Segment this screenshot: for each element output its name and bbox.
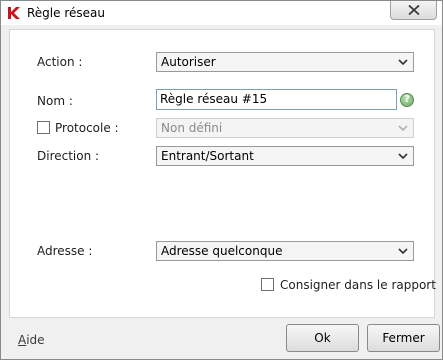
log-checkbox[interactable] [261,278,274,291]
chevron-down-icon [398,59,408,66]
form-panel [9,29,435,318]
chevron-down-icon [398,248,408,255]
address-select-value: Adresse quelconque [161,244,283,258]
name-label: Nom : [37,94,73,108]
action-select-value: Autoriser [161,55,216,69]
name-field-value: Règle réseau #15 [160,92,268,106]
help-link-rest: ide [26,333,45,347]
chevron-down-icon [398,153,408,160]
close-button[interactable] [390,1,437,20]
help-link[interactable]: Aide [18,333,45,347]
close-dialog-button[interactable]: Fermer [367,324,440,352]
help-icon[interactable]: ? [400,93,414,107]
direction-select-value: Entrant/Sortant [161,149,254,163]
window-title: Règle réseau [27,6,105,20]
dialog-window: Règle réseau Action : Autoriser Nom : Rè… [0,0,443,360]
address-label: Adresse : [37,244,93,258]
protocol-label: Protocole : [55,121,119,135]
protocol-checkbox[interactable] [37,121,50,134]
chevron-down-icon [398,125,408,132]
action-select[interactable]: Autoriser [156,52,414,72]
title-bar: Règle réseau [1,1,442,25]
protocol-select[interactable]: Non défini [156,118,414,138]
ok-button[interactable]: Ok [286,324,359,352]
direction-select[interactable]: Entrant/Sortant [156,146,414,166]
direction-label: Direction : [37,149,100,163]
name-field[interactable]: Règle réseau #15 [156,89,397,110]
action-label: Action : [37,55,83,69]
close-icon [407,5,420,15]
address-select[interactable]: Adresse quelconque [156,241,414,261]
kaspersky-k-icon [8,7,20,19]
protocol-select-value: Non défini [161,121,223,135]
help-link-accesskey: A [18,333,27,347]
log-label: Consigner dans le rapport [280,278,436,292]
